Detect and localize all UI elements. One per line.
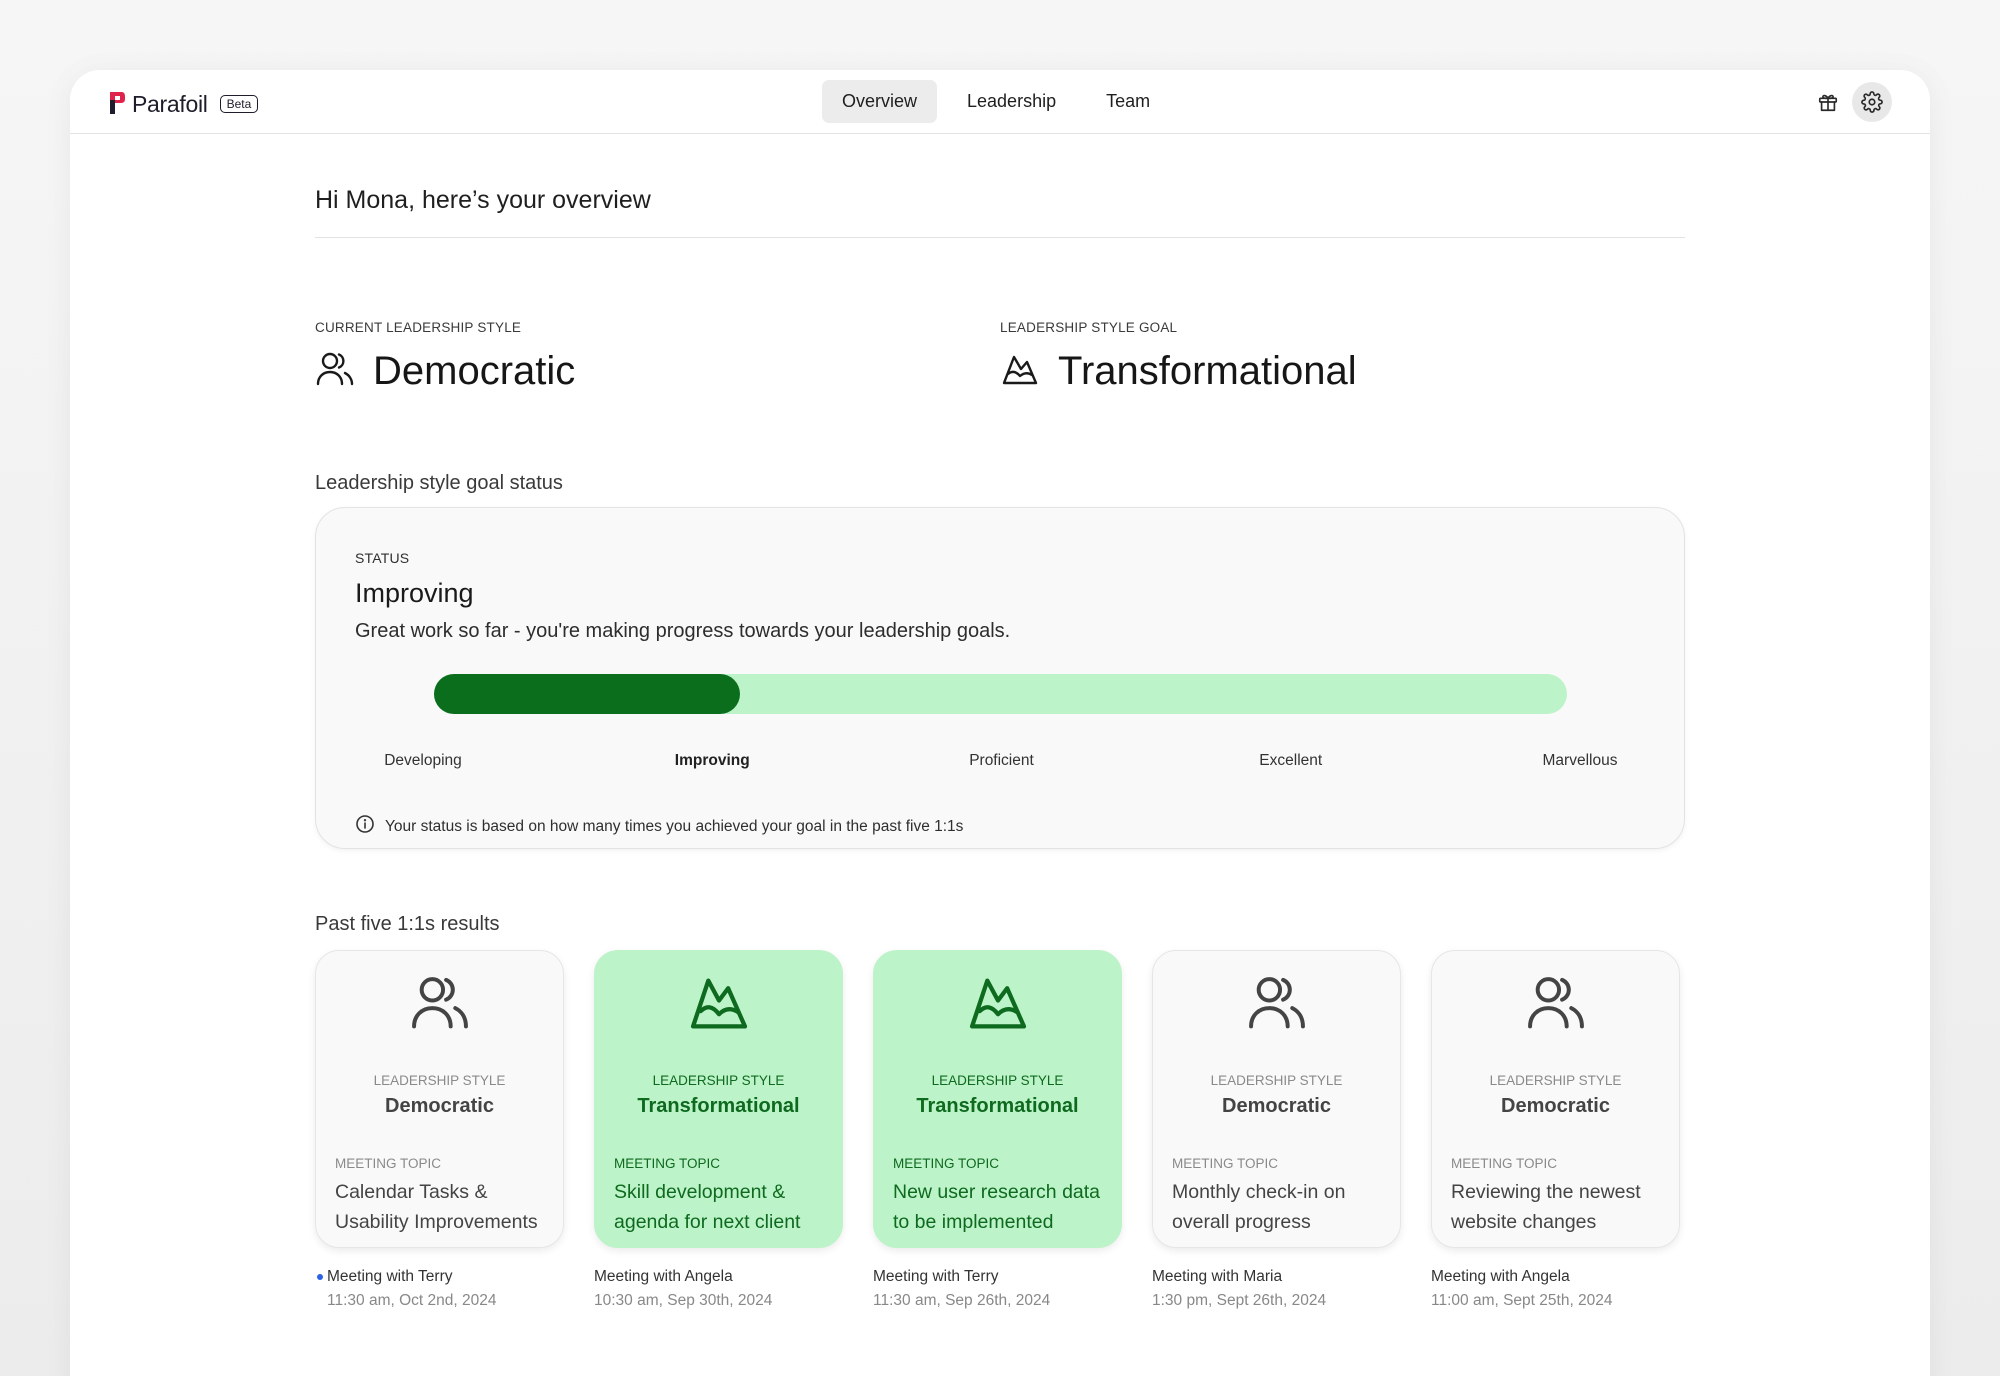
main-nav: Overview Leadership Team [822, 80, 1170, 123]
main-content: Hi Mona, here’s your overview CURRENT LE… [315, 134, 1685, 1310]
card-style-label: LEADERSHIP STYLE [1489, 1073, 1622, 1088]
parafoil-logo-icon [108, 90, 126, 118]
meeting-with-text: Meeting with Maria [1152, 1268, 1283, 1285]
meeting-card[interactable]: LEADERSHIP STYLE Democratic MEETING TOPIC R… [1431, 950, 1680, 1248]
card-style-value: Transformational [637, 1095, 800, 1117]
card-style-label: LEADERSHIP STYLE [1210, 1073, 1343, 1088]
status-progress-bar [434, 674, 1567, 714]
leadership-styles: CURRENT LEADERSHIP STYLE Democratic LEAD… [315, 320, 1685, 394]
card-topic: Reviewing the newest website changes [1451, 1181, 1641, 1233]
meeting-time: 11:30 am, Sep 26th, 2024 [873, 1292, 1051, 1309]
card-style-value: Democratic [385, 1095, 494, 1117]
status-level-marvellous: Marvellous [1542, 752, 1618, 769]
status-description: Great work so far - you're making progre… [355, 620, 1011, 642]
status-level-proficient: Proficient [969, 752, 1034, 769]
header-actions [1808, 82, 1892, 122]
status-label: STATUS [355, 550, 410, 566]
card-topic: Skill development & agenda for next clie… [614, 1181, 801, 1233]
card-style-label: LEADERSHIP STYLE [931, 1073, 1064, 1088]
goal-style-value: Transformational [1058, 349, 1357, 393]
card-topic-label: MEETING TOPIC [893, 1156, 1000, 1171]
meeting-card[interactable]: LEADERSHIP STYLE Democratic MEETING TOPIC C… [315, 950, 564, 1248]
past-results-list: LEADERSHIP STYLE Democratic MEETING TOPIC C… [315, 950, 1685, 1310]
card-style-value: Democratic [1501, 1095, 1610, 1117]
brand-name: Parafoil [132, 90, 208, 117]
goal-style: LEADERSHIP STYLE GOAL Transformational [1000, 320, 1685, 394]
mountain-icon [688, 973, 750, 1036]
gift-icon[interactable] [1808, 82, 1848, 122]
people-icon [1246, 973, 1308, 1036]
meeting-card[interactable]: LEADERSHIP STYLE Democratic MEETING TOPIC M… [1152, 950, 1401, 1248]
brand-logo[interactable]: Parafoil Beta [108, 90, 259, 118]
card-style-label: LEADERSHIP STYLE [652, 1073, 785, 1088]
card-topic-label: MEETING TOPIC [614, 1156, 721, 1171]
goal-status-card: STATUS Improving Great work so far - you… [315, 507, 1685, 849]
meeting-with: Meeting with Angela [594, 1268, 843, 1286]
meeting-with: Meeting with Terry [873, 1268, 1122, 1286]
current-style-value: Democratic [373, 349, 576, 393]
meeting-time: 11:00 am, Sept 25th, 2024 [1431, 1292, 1613, 1309]
page-title: Hi Mona, here’s your overview [315, 186, 1685, 238]
meeting-with-text: Meeting with Angela [594, 1268, 733, 1285]
card-topic-label: MEETING TOPIC [335, 1156, 442, 1171]
beta-badge: Beta [219, 95, 259, 113]
unread-dot [317, 1274, 323, 1280]
past-results-title: Past five 1:1s results [315, 913, 500, 935]
meeting-card[interactable]: LEADERSHIP STYLE Transformational MEETING … [594, 950, 843, 1248]
goal-status-title: Leadership style goal status [315, 472, 563, 494]
status-level-excellent: Excellent [1259, 752, 1323, 769]
card-topic-label: MEETING TOPIC [1451, 1156, 1558, 1171]
meeting-result: LEADERSHIP STYLE Democratic MEETING TOPIC C… [315, 950, 564, 1310]
meeting-result: LEADERSHIP STYLE Transformational MEETING … [594, 950, 843, 1310]
people-icon [315, 349, 355, 394]
gear-icon[interactable] [1852, 82, 1892, 122]
status-level-improving: Improving [674, 752, 750, 769]
current-style: CURRENT LEADERSHIP STYLE Democratic [315, 320, 1000, 394]
card-style-value: Transformational [916, 1095, 1079, 1117]
meeting-with-text: Meeting with Terry [873, 1268, 999, 1285]
meeting-with: Meeting with Maria [1152, 1268, 1401, 1286]
status-level-developing: Developing [384, 752, 462, 769]
meeting-result: LEADERSHIP STYLE Transformational MEETING … [873, 950, 1122, 1310]
meeting-result: LEADERSHIP STYLE Democratic MEETING TOPIC R… [1431, 950, 1680, 1310]
goal-style-label: LEADERSHIP STYLE GOAL [1000, 320, 1178, 335]
people-icon [409, 973, 471, 1036]
card-topic-label: MEETING TOPIC [1172, 1156, 1279, 1171]
card-topic: New user research data to be implemented [893, 1181, 1101, 1233]
card-topic: Monthly check-in on overall progress [1172, 1181, 1346, 1233]
meeting-with: Meeting with Terry [317, 1268, 564, 1286]
tab-leadership[interactable]: Leadership [947, 80, 1076, 123]
card-style-value: Democratic [1222, 1095, 1331, 1117]
people-icon [1525, 973, 1587, 1036]
status-levels: Developing Improving Proficient Excellent Ma… [355, 752, 1647, 774]
card-topic: Calendar Tasks & Usability Improvements [335, 1181, 538, 1233]
status-progress-fill [434, 674, 740, 714]
meeting-time: 11:30 am, Oct 2nd, 2024 [327, 1292, 497, 1309]
app-window: Parafoil Beta Overview Leadership Team H… [70, 70, 1930, 1376]
meeting-with: Meeting with Angela [1431, 1268, 1680, 1286]
meeting-with-text: Meeting with Angela [1431, 1268, 1570, 1285]
current-style-label: CURRENT LEADERSHIP STYLE [315, 320, 522, 335]
mountain-icon [1000, 349, 1040, 394]
card-style-label: LEADERSHIP STYLE [373, 1073, 506, 1088]
status-note: Your status is based on how many times y… [355, 814, 963, 839]
tab-overview[interactable]: Overview [822, 80, 938, 123]
meeting-card[interactable]: LEADERSHIP STYLE Transformational MEETING … [873, 950, 1122, 1248]
status-note-text: Your status is based on how many times y… [385, 817, 964, 835]
top-bar: Parafoil Beta Overview Leadership Team [70, 70, 1930, 134]
tab-team[interactable]: Team [1086, 80, 1170, 123]
meeting-time: 1:30 pm, Sept 26th, 2024 [1152, 1292, 1327, 1309]
meeting-with-text: Meeting with Terry [327, 1268, 453, 1285]
status-value: Improving [355, 578, 474, 608]
info-icon[interactable] [355, 814, 375, 839]
meeting-time: 10:30 am, Sep 30th, 2024 [594, 1292, 773, 1309]
mountain-icon [967, 973, 1029, 1036]
meeting-result: LEADERSHIP STYLE Democratic MEETING TOPIC M… [1152, 950, 1401, 1310]
